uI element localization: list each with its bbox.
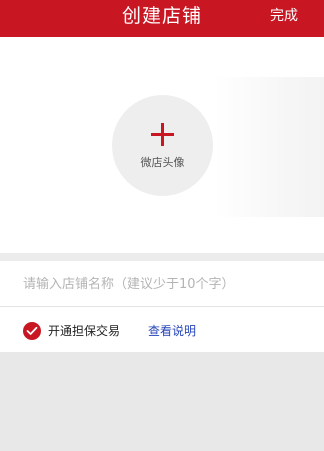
guarantee-row: 开通担保交易 查看说明 bbox=[0, 307, 324, 352]
plus-icon bbox=[151, 123, 174, 146]
create-shop-screen: 创建店铺 完成 微店头像 开通担保交易 查看说明 bbox=[0, 0, 324, 451]
done-button[interactable]: 完成 bbox=[270, 0, 298, 33]
avatar-section: 微店头像 bbox=[0, 37, 324, 253]
guarantee-checkbox[interactable] bbox=[23, 322, 41, 340]
shop-name-input[interactable] bbox=[23, 269, 313, 299]
shop-name-row bbox=[0, 261, 324, 307]
guarantee-label: 开通担保交易 bbox=[48, 324, 121, 338]
view-explanation-link[interactable]: 查看说明 bbox=[148, 307, 196, 355]
section-divider bbox=[0, 253, 324, 261]
background-decoration bbox=[214, 77, 324, 217]
shop-avatar-upload-button[interactable]: 微店头像 bbox=[112, 95, 213, 196]
header-bar: 创建店铺 完成 bbox=[0, 0, 324, 37]
empty-area bbox=[0, 352, 324, 451]
checkmark-icon bbox=[26, 326, 38, 335]
avatar-label: 微店头像 bbox=[140, 156, 185, 169]
